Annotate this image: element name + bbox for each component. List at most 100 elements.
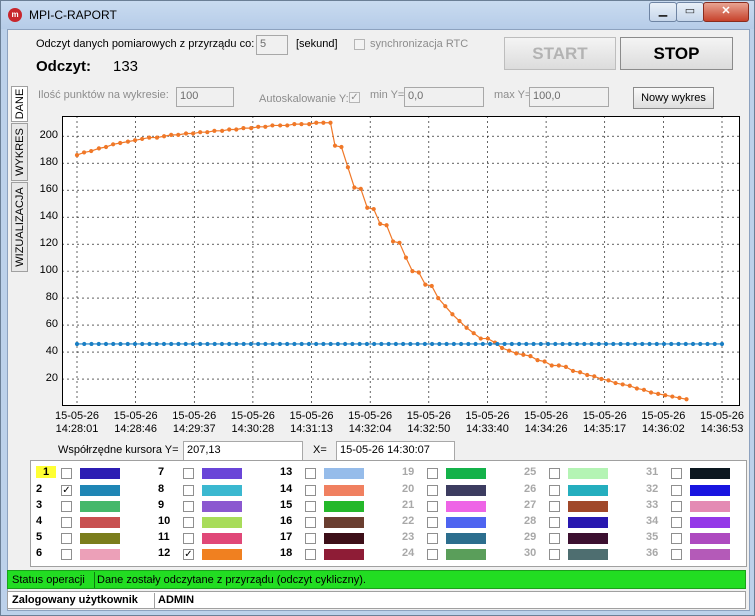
channel-color-swatch[interactable] [80, 549, 120, 560]
minimize-button[interactable]: ▁ [649, 2, 677, 22]
tab-wykres[interactable]: WYKRES [11, 123, 28, 181]
channel-color-swatch[interactable] [446, 549, 486, 560]
channel-checkbox[interactable] [183, 485, 194, 496]
data-point-channel-2 [372, 341, 377, 347]
channel-color-swatch[interactable] [202, 549, 242, 560]
max-y-input[interactable]: 100,0 [529, 87, 609, 107]
channel-checkbox[interactable] [305, 549, 316, 560]
channel-checkbox[interactable] [427, 468, 438, 479]
channel-number: 3 [36, 499, 43, 511]
channel-checkbox[interactable] [61, 517, 72, 528]
interval-input[interactable]: 5 [256, 35, 288, 55]
channel-color-swatch[interactable] [324, 549, 364, 560]
channel-color-swatch[interactable] [568, 549, 608, 560]
channel-checkbox[interactable] [671, 501, 682, 512]
channel-color-swatch[interactable] [324, 501, 364, 512]
channel-checkbox[interactable] [549, 468, 560, 479]
tab-dane[interactable]: DANE [11, 86, 28, 122]
new-chart-button[interactable]: Nowy wykres [633, 87, 714, 109]
channel-color-swatch[interactable] [324, 517, 364, 528]
channel-checkbox[interactable] [549, 501, 560, 512]
channel-color-swatch[interactable] [324, 533, 364, 544]
maximize-button[interactable]: ▭ [676, 2, 704, 22]
channel-color-swatch[interactable] [324, 468, 364, 479]
autoscale-checkbox[interactable]: ✓ [349, 92, 360, 103]
channel-checkbox[interactable] [549, 549, 560, 560]
channel-color-swatch[interactable] [202, 485, 242, 496]
channel-color-swatch[interactable] [568, 485, 608, 496]
tab-wizualizacja[interactable]: WIZUALIZACJA [11, 182, 28, 272]
data-point-channel-2 [459, 341, 464, 347]
channel-checkbox[interactable] [549, 485, 560, 496]
channel-checkbox[interactable] [61, 549, 72, 560]
data-point-channel-12 [96, 146, 102, 151]
channel-color-swatch[interactable] [690, 533, 730, 544]
channel-color-swatch[interactable] [202, 468, 242, 479]
channel-checkbox[interactable] [549, 533, 560, 544]
channel-checkbox[interactable] [671, 468, 682, 479]
channel-color-swatch[interactable] [690, 549, 730, 560]
channel-checkbox[interactable] [427, 517, 438, 528]
data-point-channel-2 [524, 341, 529, 347]
channel-checkbox[interactable]: ✓ [61, 485, 72, 496]
channel-color-swatch[interactable] [80, 485, 120, 496]
data-point-channel-2 [89, 341, 94, 347]
channel-checkbox[interactable] [305, 533, 316, 544]
channel-checkbox[interactable] [183, 501, 194, 512]
channel-color-swatch[interactable] [568, 533, 608, 544]
close-button[interactable]: ✕ [703, 2, 749, 22]
channel-color-swatch[interactable] [568, 501, 608, 512]
channel-checkbox[interactable] [427, 501, 438, 512]
channel-checkbox[interactable] [305, 501, 316, 512]
channel-checkbox[interactable] [61, 501, 72, 512]
channel-checkbox[interactable] [671, 533, 682, 544]
channel-checkbox[interactable] [183, 533, 194, 544]
channel-checkbox[interactable] [671, 549, 682, 560]
points-input[interactable]: 100 [176, 87, 234, 107]
channel-color-swatch[interactable] [324, 485, 364, 496]
channel-color-swatch[interactable] [690, 485, 730, 496]
channel-checkbox[interactable] [549, 517, 560, 528]
channel-color-swatch[interactable] [690, 501, 730, 512]
channel-checkbox[interactable] [61, 468, 72, 479]
channel-checkbox[interactable] [183, 517, 194, 528]
channel-color-swatch[interactable] [446, 468, 486, 479]
channel-color-swatch[interactable] [568, 517, 608, 528]
chart-plot-area[interactable] [62, 116, 740, 406]
channel-color-swatch[interactable] [446, 501, 486, 512]
channel-checkbox[interactable]: ✓ [183, 549, 194, 560]
channel-color-swatch[interactable] [568, 468, 608, 479]
channel-color-swatch[interactable] [202, 517, 242, 528]
rtc-checkbox[interactable] [354, 39, 365, 50]
channel-checkbox[interactable] [427, 533, 438, 544]
start-button[interactable]: START [504, 37, 616, 70]
data-point-channel-12 [198, 130, 203, 135]
min-y-input[interactable]: 0,0 [404, 87, 484, 107]
channel-checkbox[interactable] [671, 485, 682, 496]
channel-checkbox[interactable] [305, 517, 316, 528]
channel-checkbox[interactable] [427, 549, 438, 560]
channel-color-swatch[interactable] [80, 517, 120, 528]
channel-color-swatch[interactable] [446, 485, 486, 496]
stop-button[interactable]: STOP [620, 37, 733, 70]
data-point-channel-2 [683, 341, 688, 347]
channel-color-swatch[interactable] [202, 501, 242, 512]
data-point-channel-2 [545, 341, 551, 347]
data-point-channel-2 [227, 341, 232, 347]
channel-checkbox[interactable] [427, 485, 438, 496]
channel-color-swatch[interactable] [80, 468, 120, 479]
channel-checkbox[interactable] [305, 485, 316, 496]
channel-checkbox[interactable] [305, 468, 316, 479]
channel-color-swatch[interactable] [446, 517, 486, 528]
channel-checkbox[interactable] [671, 517, 682, 528]
data-point-channel-12 [410, 269, 415, 274]
channel-color-swatch[interactable] [690, 468, 730, 479]
channel-color-swatch[interactable] [446, 533, 486, 544]
channel-color-swatch[interactable] [690, 517, 730, 528]
data-point-channel-2 [401, 341, 406, 347]
channel-checkbox[interactable] [183, 468, 194, 479]
channel-color-swatch[interactable] [80, 533, 120, 544]
channel-checkbox[interactable] [61, 533, 72, 544]
channel-color-swatch[interactable] [202, 533, 242, 544]
channel-color-swatch[interactable] [80, 501, 120, 512]
